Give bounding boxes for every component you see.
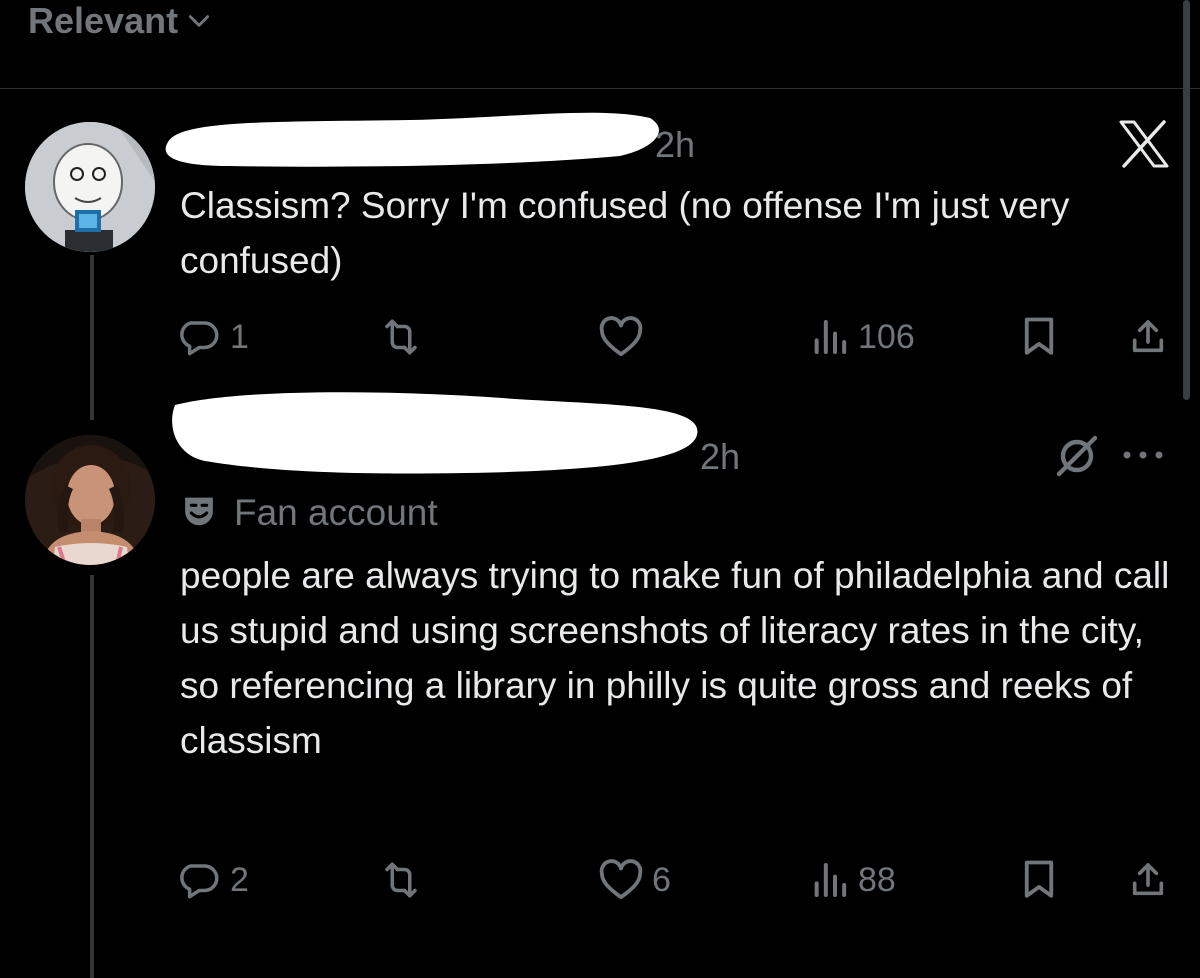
views-icon [814,320,847,354]
repost-button[interactable] [380,855,430,905]
reply-text: Classism? Sorry I'm confused (no offense… [180,185,1070,281]
like-icon [599,316,643,357]
share-icon [1132,320,1164,353]
share-icon [1132,863,1164,896]
thread-line [90,255,94,420]
like-icon [599,859,643,900]
views-count: 88 [858,860,896,899]
account-label-text: Fan account [234,492,438,533]
chevron-down-icon [189,15,210,27]
bookmark-icon [1024,317,1054,355]
action-bar: 1 106 [180,312,1180,362]
bookmark-icon [1024,860,1054,898]
views-button[interactable]: 106 [810,312,915,362]
reply-icon [180,864,219,899]
redacted-username [172,392,698,474]
x-logo-icon[interactable] [1118,120,1170,168]
reply-text: people are always trying to make fun of … [180,555,1170,761]
repost-button[interactable] [380,312,430,362]
action-bar: 2 6 88 [180,855,1180,905]
views-button[interactable]: 88 [810,855,896,905]
redacted-username [165,112,659,167]
views-icon [814,863,847,897]
repost-icon [385,319,417,355]
reply-button[interactable]: 1 [180,312,249,362]
reply-button[interactable]: 2 [180,855,249,905]
theater-masks-icon [185,497,213,526]
more-icon[interactable] [1118,440,1168,470]
reply-count: 2 [230,860,249,899]
bookmark-button[interactable] [1020,855,1058,905]
like-button[interactable] [598,312,652,362]
reply-icon [180,321,219,356]
grok-icon[interactable] [1053,432,1101,480]
sort-label: Relevant [28,0,179,41]
repost-icon [385,862,417,898]
like-count: 6 [652,860,671,899]
share-button[interactable] [1128,312,1168,362]
bookmark-button[interactable] [1020,312,1058,362]
share-button[interactable] [1128,855,1168,905]
views-count: 106 [858,317,915,356]
sort-dropdown[interactable]: Relevant [28,0,212,42]
reply-time: 2h [655,124,696,165]
account-label: Fan account [180,492,438,534]
thread-line [90,575,94,978]
scrollbar[interactable] [1183,0,1190,400]
reply-time: 2h [700,436,741,477]
avatar[interactable] [25,122,155,252]
reply-count: 1 [230,317,249,356]
top-bar: Relevant [0,0,1200,89]
like-button[interactable]: 6 [598,855,671,905]
avatar[interactable] [25,435,155,565]
